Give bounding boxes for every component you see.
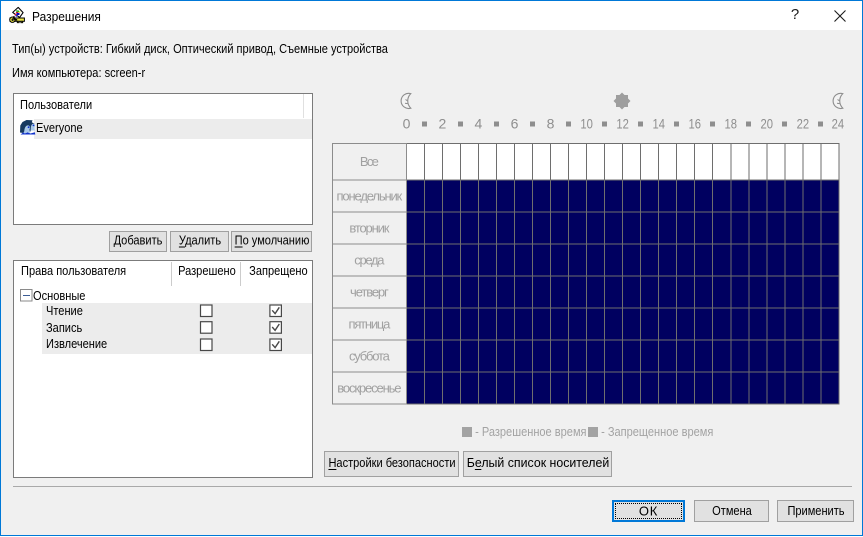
svg-text:10: 10 — [580, 116, 593, 132]
svg-text:вторник: вторник — [349, 221, 389, 236]
svg-text:24: 24 — [832, 116, 845, 132]
svg-text:8: 8 — [547, 116, 555, 132]
svg-text:воскресенье: воскресенье — [337, 381, 401, 396]
svg-text:Все: Все — [360, 154, 379, 169]
svg-text:4: 4 — [475, 116, 483, 132]
svg-text:18: 18 — [725, 116, 738, 132]
svg-text:14: 14 — [652, 116, 665, 132]
svg-text:16: 16 — [688, 116, 701, 132]
svg-text:среда: среда — [354, 253, 385, 268]
svg-text:0: 0 — [403, 116, 411, 132]
svg-text:22: 22 — [797, 116, 810, 132]
svg-text:четверг: четверг — [350, 285, 389, 300]
svg-text:12: 12 — [616, 116, 629, 132]
svg-text:пятница: пятница — [349, 317, 392, 332]
svg-text:6: 6 — [511, 116, 519, 132]
svg-text:суббота: суббота — [349, 349, 391, 364]
svg-text:понедельник: понедельник — [337, 189, 403, 204]
svg-text:20: 20 — [761, 116, 774, 132]
svg-text:2: 2 — [439, 116, 447, 132]
